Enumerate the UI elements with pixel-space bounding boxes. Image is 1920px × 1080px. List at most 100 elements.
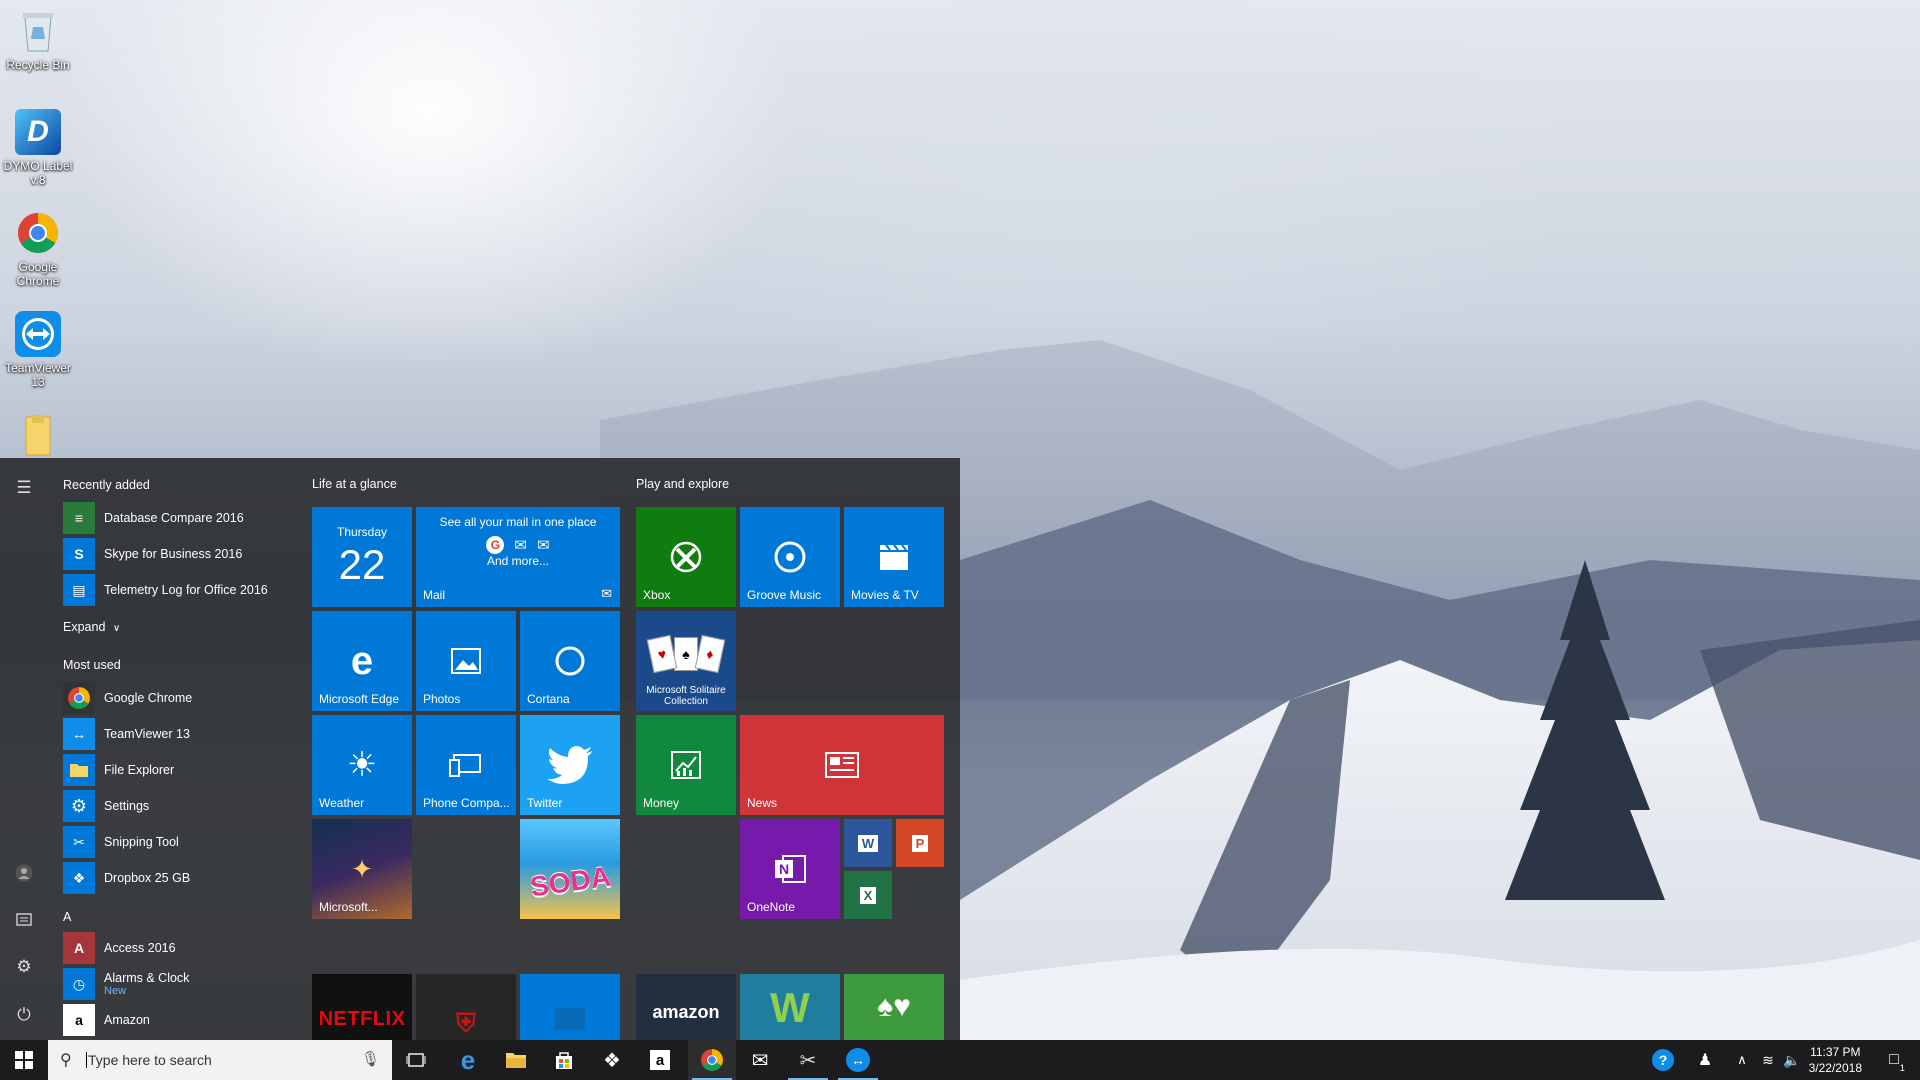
app-database-compare[interactable]: ≡ Database Compare 2016 [63, 500, 298, 536]
dropbox-icon: ❖ [603, 1049, 621, 1072]
taskbar-mail[interactable]: ✉ [736, 1040, 784, 1080]
tile-groove-music[interactable]: Groove Music [740, 507, 840, 607]
tile-xbox[interactable]: Xbox [636, 507, 736, 607]
clock[interactable]: 11:37 PM 3/22/2018 [1809, 1044, 1862, 1076]
teamviewer-icon: ↔ [63, 718, 95, 750]
candy-soda-text: SODA [527, 860, 613, 903]
tile-word[interactable]: W [844, 819, 892, 867]
search-placeholder: Type here to search [86, 1052, 212, 1068]
action-center-button[interactable]: □ 1 [1874, 1040, 1914, 1080]
taskbar-snipping-tool[interactable]: ✂ [784, 1040, 832, 1080]
documents-icon[interactable] [0, 896, 48, 942]
newspaper-icon [825, 752, 859, 778]
tile-movies-tv[interactable]: Movies & TV [844, 507, 944, 607]
tile-onenote[interactable]: N OneNote [740, 819, 840, 919]
tile-solitaire-card[interactable]: ♠♥ [844, 974, 944, 1040]
app-teamviewer[interactable]: ↔ TeamViewer 13 [63, 716, 298, 752]
tile-label: News [747, 796, 778, 810]
tile-excel[interactable]: X [844, 871, 892, 919]
w-logo-icon: W [770, 984, 810, 1031]
play-and-explore-title[interactable]: Play and explore [636, 477, 729, 491]
tile-solitaire[interactable]: ♥ ♠ ♦ Microsoft Solitaire Collection [636, 611, 736, 711]
settings-gear-icon[interactable]: ⚙ [0, 944, 48, 990]
desktop-icon-teamviewer[interactable]: TeamViewer 13 [0, 303, 76, 404]
app-google-chrome[interactable]: Google Chrome [63, 680, 298, 716]
tile-news[interactable]: News [740, 715, 944, 815]
volume-button[interactable]: 🔈 [1780, 1040, 1804, 1080]
tile-photos[interactable]: Photos [416, 611, 516, 711]
power-icon[interactable]: ⏻ [0, 992, 48, 1038]
recently-added-title: Recently added [63, 478, 150, 492]
hamburger-icon[interactable]: ☰ [0, 465, 48, 511]
desktop-icon-chrome[interactable]: Google Chrome [0, 202, 76, 303]
microphone-icon: 🎙 [360, 1051, 380, 1068]
windows-logo-icon [15, 1051, 33, 1069]
app-label: Database Compare 2016 [104, 511, 244, 525]
taskbar-amazon[interactable]: a [636, 1040, 684, 1080]
store-bag-icon [556, 1052, 572, 1069]
desktop-icon-recycle-bin[interactable]: Recycle Bin [0, 0, 76, 101]
taskbar-teamviewer[interactable]: ↔ [834, 1040, 882, 1080]
people-button[interactable]: ♟ [1690, 1040, 1720, 1080]
folder-icon [63, 754, 95, 786]
tile-powerpoint[interactable]: P [896, 819, 944, 867]
tile-label: Movies & TV [851, 588, 919, 602]
tile-label: Weather [319, 796, 365, 810]
tile-edge[interactable]: e Microsoft Edge [312, 611, 412, 711]
app-amazon[interactable]: a Amazon [63, 1002, 298, 1038]
app-access[interactable]: A Access 2016 [63, 930, 298, 966]
alpha-letter-header[interactable]: A [63, 910, 71, 924]
database-compare-icon: ≡ [63, 502, 95, 534]
tile-wunderlist[interactable]: W [740, 974, 840, 1040]
tile-weather[interactable]: ☀ Weather [312, 715, 412, 815]
tile-amazon[interactable]: amazon [636, 974, 736, 1040]
tile-label: Twitter [527, 796, 563, 810]
teamviewer-icon [15, 311, 61, 357]
chrome-icon [701, 1049, 723, 1071]
app-file-explorer[interactable]: File Explorer [63, 752, 298, 788]
app-settings[interactable]: ⚙ Settings [63, 788, 298, 824]
card-king: ♥ [646, 634, 678, 674]
taskbar-store[interactable] [540, 1040, 588, 1080]
tile-mcafee[interactable]: ⛨ [416, 974, 516, 1040]
tile-game[interactable]: ✦ Microsoft... [312, 819, 412, 919]
expand-label: Expand [63, 620, 106, 634]
task-view-button[interactable] [392, 1040, 440, 1080]
tile-mail[interactable]: See all your mail in one place G ✉ ✉ And… [416, 507, 620, 607]
desktop-icon-dymo[interactable]: D DYMO Label v.8 [0, 101, 76, 202]
tile-priceline[interactable] [520, 974, 620, 1040]
taskbar-chrome[interactable] [688, 1040, 736, 1080]
tile-twitter[interactable]: Twitter [520, 715, 620, 815]
app-telemetry-log[interactable]: ▤ Telemetry Log for Office 2016 [63, 572, 298, 608]
app-alarms-clock[interactable]: ◷ Alarms & Clock New [63, 966, 298, 1002]
envelope-icon: ✉ [751, 1049, 769, 1072]
svg-text:N: N [779, 861, 789, 877]
taskbar-dropbox[interactable]: ❖ [588, 1040, 636, 1080]
user-account-icon[interactable] [0, 850, 48, 896]
show-hidden-icons-button[interactable]: ∧ [1728, 1040, 1756, 1080]
powerpoint-icon: P [911, 834, 929, 852]
app-dropbox[interactable]: ❖ Dropbox 25 GB [63, 860, 298, 896]
netflix-logo: NETFLIX [318, 1008, 406, 1030]
wifi-button[interactable]: ≋ [1756, 1040, 1780, 1080]
tile-money[interactable]: Money [636, 715, 736, 815]
taskbar-file-explorer[interactable] [492, 1040, 540, 1080]
start-button[interactable] [0, 1040, 48, 1080]
tile-netflix[interactable]: NETFLIX [312, 974, 412, 1040]
desktop-icons: Recycle Bin D DYMO Label v.8 Google Chro… [0, 0, 76, 505]
google-icon: G [486, 536, 505, 554]
expand-button[interactable]: Expand ∨ [63, 620, 120, 634]
app-skype-business[interactable]: S Skype for Business 2016 [63, 536, 298, 572]
tile-label: Microsoft Edge [319, 692, 400, 706]
app-label: TeamViewer 13 [104, 727, 190, 741]
help-tray-icon[interactable]: ? [1648, 1040, 1678, 1080]
tile-candy-crush-soda[interactable]: SODA [520, 819, 620, 919]
app-label: Skype for Business 2016 [104, 547, 243, 561]
app-snipping-tool[interactable]: ✂ Snipping Tool [63, 824, 298, 860]
tile-cortana[interactable]: Cortana [520, 611, 620, 711]
tile-calendar[interactable]: Thursday 22 [312, 507, 412, 607]
search-box[interactable]: ⚲ Type here to search 🎙 [48, 1040, 392, 1080]
tile-phone-companion[interactable]: Phone Compa... [416, 715, 516, 815]
taskbar-edge[interactable]: e [444, 1040, 492, 1080]
life-at-a-glance-title[interactable]: Life at a glance [312, 477, 397, 491]
